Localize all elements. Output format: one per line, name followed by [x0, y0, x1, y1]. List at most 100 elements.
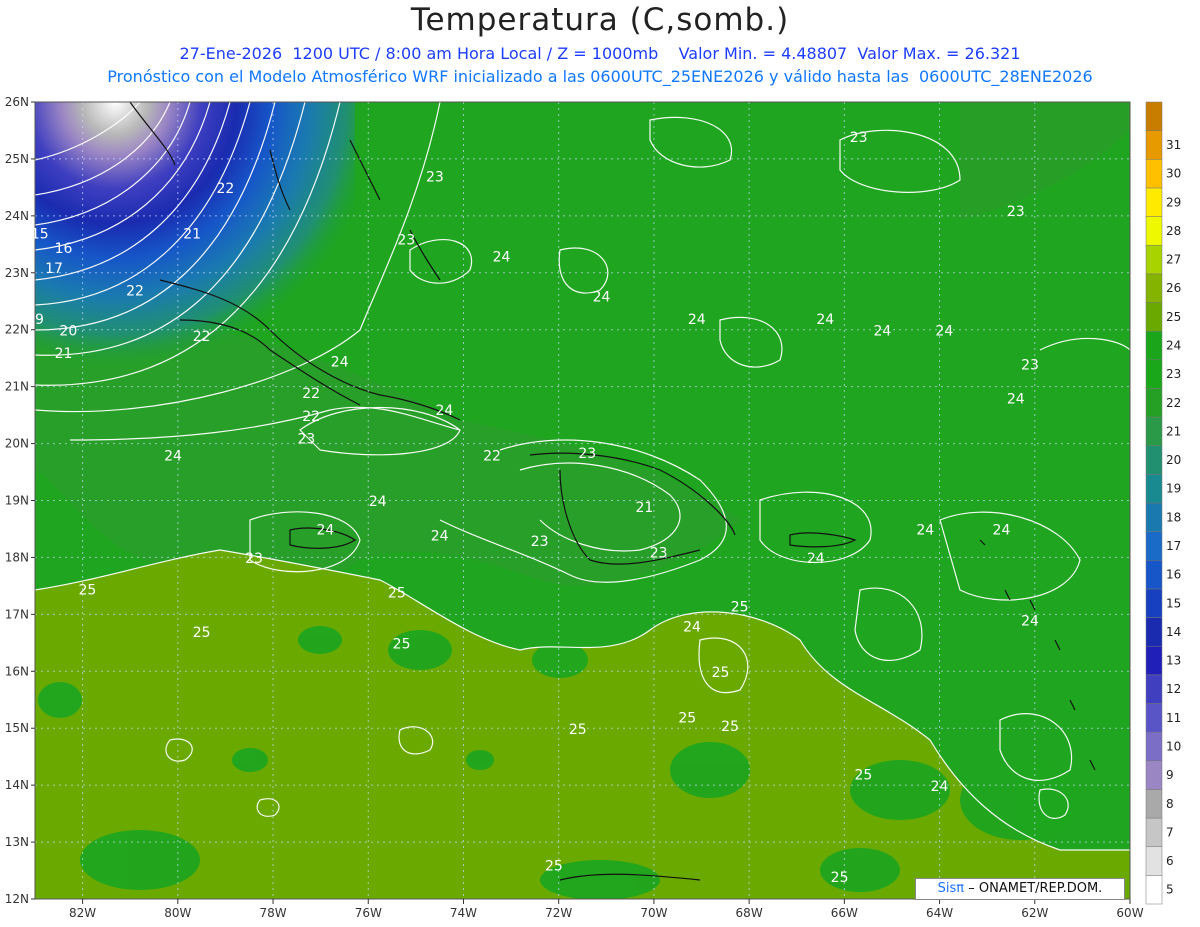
- contour-label: 24: [164, 449, 182, 465]
- x-tick-label: 80W: [164, 906, 191, 920]
- colorbar-swatch: [1145, 474, 1163, 504]
- colorbar-label: 7: [1166, 825, 1174, 839]
- contour-label: 22: [483, 449, 501, 465]
- colorbar-swatch: [1145, 703, 1163, 733]
- contour-label: 24: [916, 523, 934, 539]
- colorbar-swatch: [1145, 159, 1163, 189]
- colorbar-swatch: [1145, 244, 1163, 275]
- colorbar-swatch: [1145, 388, 1163, 418]
- contour-label: 24: [436, 403, 454, 419]
- y-tick-label: 16N: [5, 664, 29, 678]
- contour-label: 21: [635, 500, 653, 516]
- colorbar-swatch: [1145, 846, 1163, 876]
- colorbar-swatch: [1145, 560, 1163, 590]
- colorbar-label: 18: [1166, 510, 1181, 524]
- contour-label: 25: [721, 719, 739, 735]
- x-tick-label: 82W: [69, 906, 96, 920]
- y-tick-label: 26N: [5, 95, 29, 109]
- colorbar-label: 28: [1166, 224, 1181, 238]
- contour-label: 24: [807, 551, 825, 567]
- colorbar-swatch: [1145, 645, 1163, 676]
- y-tick-label: 13N: [5, 835, 29, 849]
- colorbar-label: 8: [1166, 797, 1174, 811]
- contour-label: 20: [59, 323, 77, 339]
- colorbar-label: 30: [1166, 167, 1181, 181]
- y-tick-label: 23N: [5, 266, 29, 280]
- colorbar-swatch: [1145, 531, 1163, 561]
- contour-label: 23: [578, 446, 596, 462]
- y-tick-label: 20N: [5, 437, 29, 451]
- sispi-logo: Sisπ: [937, 881, 965, 896]
- colorbar-swatch: [1145, 359, 1163, 389]
- contour-label: 23: [850, 130, 868, 146]
- contour-label: 25: [854, 767, 872, 783]
- credit-box: Sisπ – ONAMET/REP.DOM.: [915, 878, 1125, 900]
- contour-label: 24: [935, 323, 953, 339]
- contour-label: 24: [593, 289, 611, 305]
- y-tick-label: 15N: [5, 721, 29, 735]
- contour-label: 23: [1007, 204, 1025, 220]
- contour-label: 23: [1021, 358, 1039, 374]
- contour-label: 23: [650, 545, 668, 561]
- x-tick-label: 62W: [1021, 906, 1048, 920]
- contour-label: 24: [931, 779, 949, 795]
- contour-label: 21: [55, 346, 73, 362]
- contour-label: 23: [245, 551, 263, 567]
- colorbar-swatch: [1145, 330, 1163, 361]
- y-tick-label: 25N: [5, 152, 29, 166]
- colorbar-label: 6: [1166, 854, 1174, 868]
- colorbar-label: 24: [1166, 338, 1181, 352]
- colorbar-label: 20: [1166, 453, 1181, 467]
- contour-label: 22: [302, 409, 320, 425]
- contour-label: 24: [316, 523, 334, 539]
- y-tick-label: 22N: [5, 323, 29, 337]
- contour-label: 23: [297, 432, 315, 448]
- contour-label: 24: [1007, 392, 1025, 408]
- y-tick-label: 14N: [5, 778, 29, 792]
- x-axis: 82W 80W 78W 76W 74W 72W 70W 68W 66W 64W 62W 60W: [69, 899, 1144, 920]
- contour-label: 24: [331, 355, 349, 371]
- colorbar-label: 9: [1166, 768, 1174, 782]
- contour-label: 22: [302, 386, 320, 402]
- y-tick-label: 18N: [5, 550, 29, 564]
- contour-label: 24: [993, 523, 1011, 539]
- x-tick-label: 60W: [1116, 906, 1143, 920]
- colorbar-swatch: [1145, 817, 1163, 847]
- colorbar-label: 10: [1166, 739, 1181, 753]
- colorbar-label: 21: [1166, 424, 1181, 438]
- contour-label: 15: [31, 227, 49, 243]
- contour-label: 22: [193, 329, 211, 345]
- contour-label: 25: [678, 711, 696, 727]
- y-tick-label: 24N: [5, 209, 29, 223]
- colorbar-label: 26: [1166, 281, 1181, 295]
- colorbar: 5 6 7 8 9 10 11 12 13 14 15 16 17 18 19 20 21 22 23 24 25 26 2…: [1145, 101, 1181, 905]
- colorbar-swatch: [1145, 502, 1163, 532]
- colorbar-label: 16: [1166, 568, 1181, 582]
- contour-label: 25: [731, 600, 749, 616]
- contour-label: 17: [45, 261, 63, 277]
- contour-label: 24: [369, 494, 387, 510]
- contour-label: 24: [688, 312, 706, 328]
- contour-label: 23: [397, 232, 415, 248]
- colorbar-swatch: [1145, 588, 1163, 618]
- contour-label: 25: [78, 582, 96, 598]
- x-tick-label: 78W: [259, 906, 286, 920]
- colorbar-swatch: [1145, 101, 1163, 131]
- contour-label: 24: [816, 312, 834, 328]
- colorbar-swatch: [1145, 617, 1163, 647]
- contour-label: 25: [393, 637, 411, 653]
- contour-label: 24: [493, 249, 511, 265]
- colorbar-label: 22: [1166, 396, 1181, 410]
- colorbar-swatch: [1145, 416, 1163, 446]
- colorbar-label: 11: [1166, 711, 1181, 725]
- contour-label: 22: [126, 284, 144, 300]
- contour-label: 25: [193, 625, 211, 641]
- colorbar-label: 31: [1166, 138, 1181, 152]
- contour-label: 25: [545, 859, 563, 875]
- contour-label: 24: [683, 619, 701, 635]
- colorbar-label: 5: [1166, 883, 1174, 897]
- contour-label: 25: [712, 665, 730, 681]
- colorbar-swatch: [1145, 302, 1163, 332]
- contour-label: 25: [388, 585, 406, 601]
- colorbar-swatch: [1145, 187, 1163, 217]
